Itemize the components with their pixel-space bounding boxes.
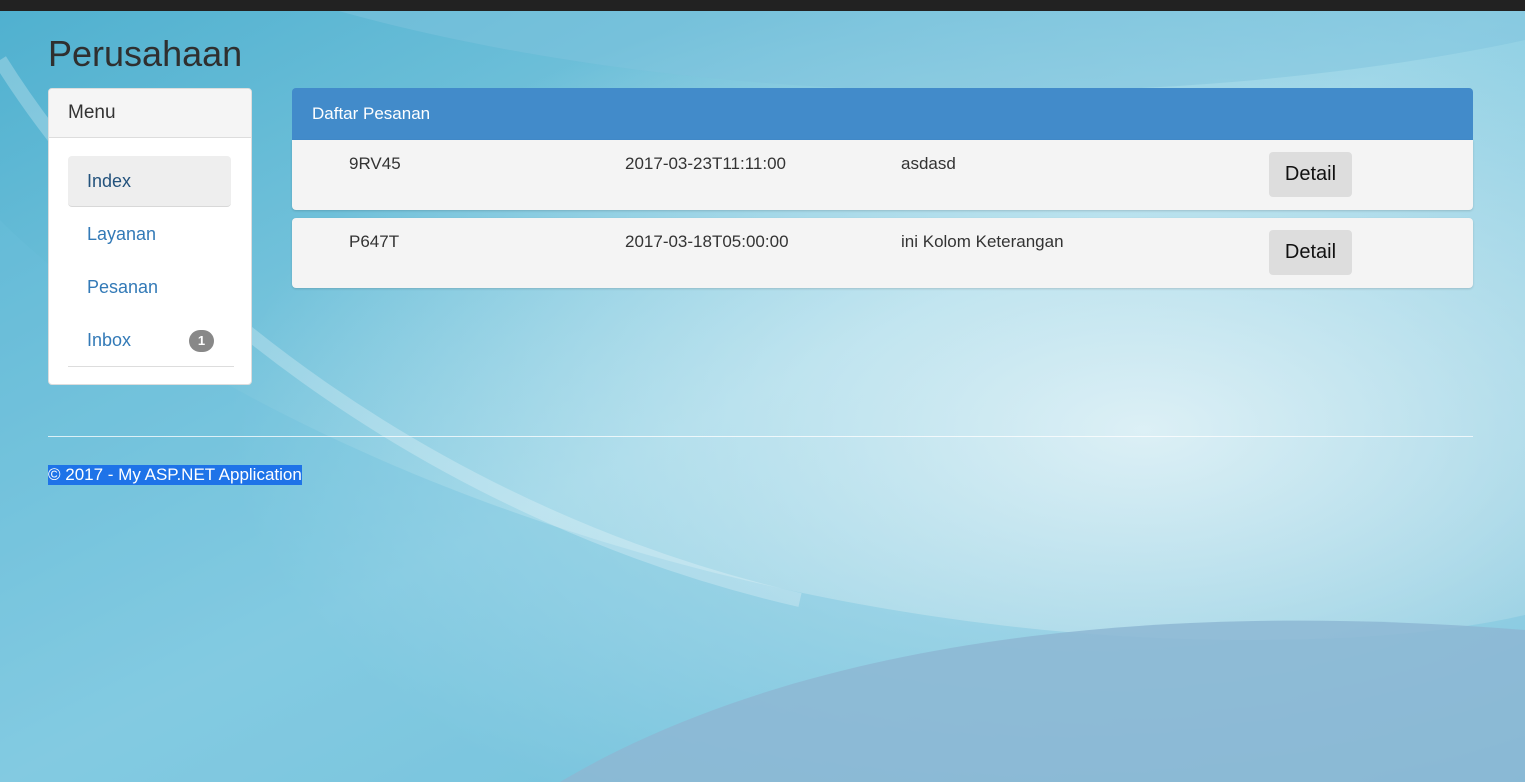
menu-item-inbox[interactable]: Inbox 1 <box>68 315 234 366</box>
menu-item-label: Inbox <box>87 330 132 350</box>
order-note: asdasd <box>901 154 956 173</box>
footer-copyright: © 2017 - My ASP.NET Application <box>48 465 302 485</box>
order-note: ini Kolom Keterangan <box>901 232 1064 251</box>
order-code: 9RV45 <box>349 154 401 173</box>
menu-divider <box>68 366 234 367</box>
detail-button[interactable]: Detail <box>1269 152 1352 197</box>
order-date: 2017-03-18T05:00:00 <box>625 232 789 251</box>
order-code: P647T <box>349 232 400 251</box>
menu-heading: Menu <box>49 89 251 138</box>
menu-list: Index Layanan Pesanan Inbox 1 <box>68 156 234 368</box>
inbox-count-badge: 1 <box>189 330 214 352</box>
menu-item-layanan[interactable]: Layanan <box>68 209 234 260</box>
menu-item-index[interactable]: Index <box>68 156 231 207</box>
footer-divider <box>48 436 1473 437</box>
menu-item-pesanan[interactable]: Pesanan <box>68 262 234 313</box>
order-row: P647T 2017-03-18T05:00:00 ini Kolom Kete… <box>292 218 1473 288</box>
page-title: Perusahaan <box>48 33 243 74</box>
order-date: 2017-03-23T11:11:00 <box>625 154 786 173</box>
menu-item-label: Index <box>87 171 132 191</box>
order-row: 9RV45 2017-03-23T11:11:00 asdasd Detail <box>292 140 1473 210</box>
detail-button[interactable]: Detail <box>1269 230 1352 275</box>
browser-top-bar <box>0 0 1525 11</box>
sidebar-menu: Menu Index Layanan Pesanan Inbox 1 <box>48 88 252 385</box>
menu-item-label: Pesanan <box>87 277 159 297</box>
menu-item-label: Layanan <box>87 224 157 244</box>
orders-panel-title: Daftar Pesanan <box>292 88 1473 140</box>
